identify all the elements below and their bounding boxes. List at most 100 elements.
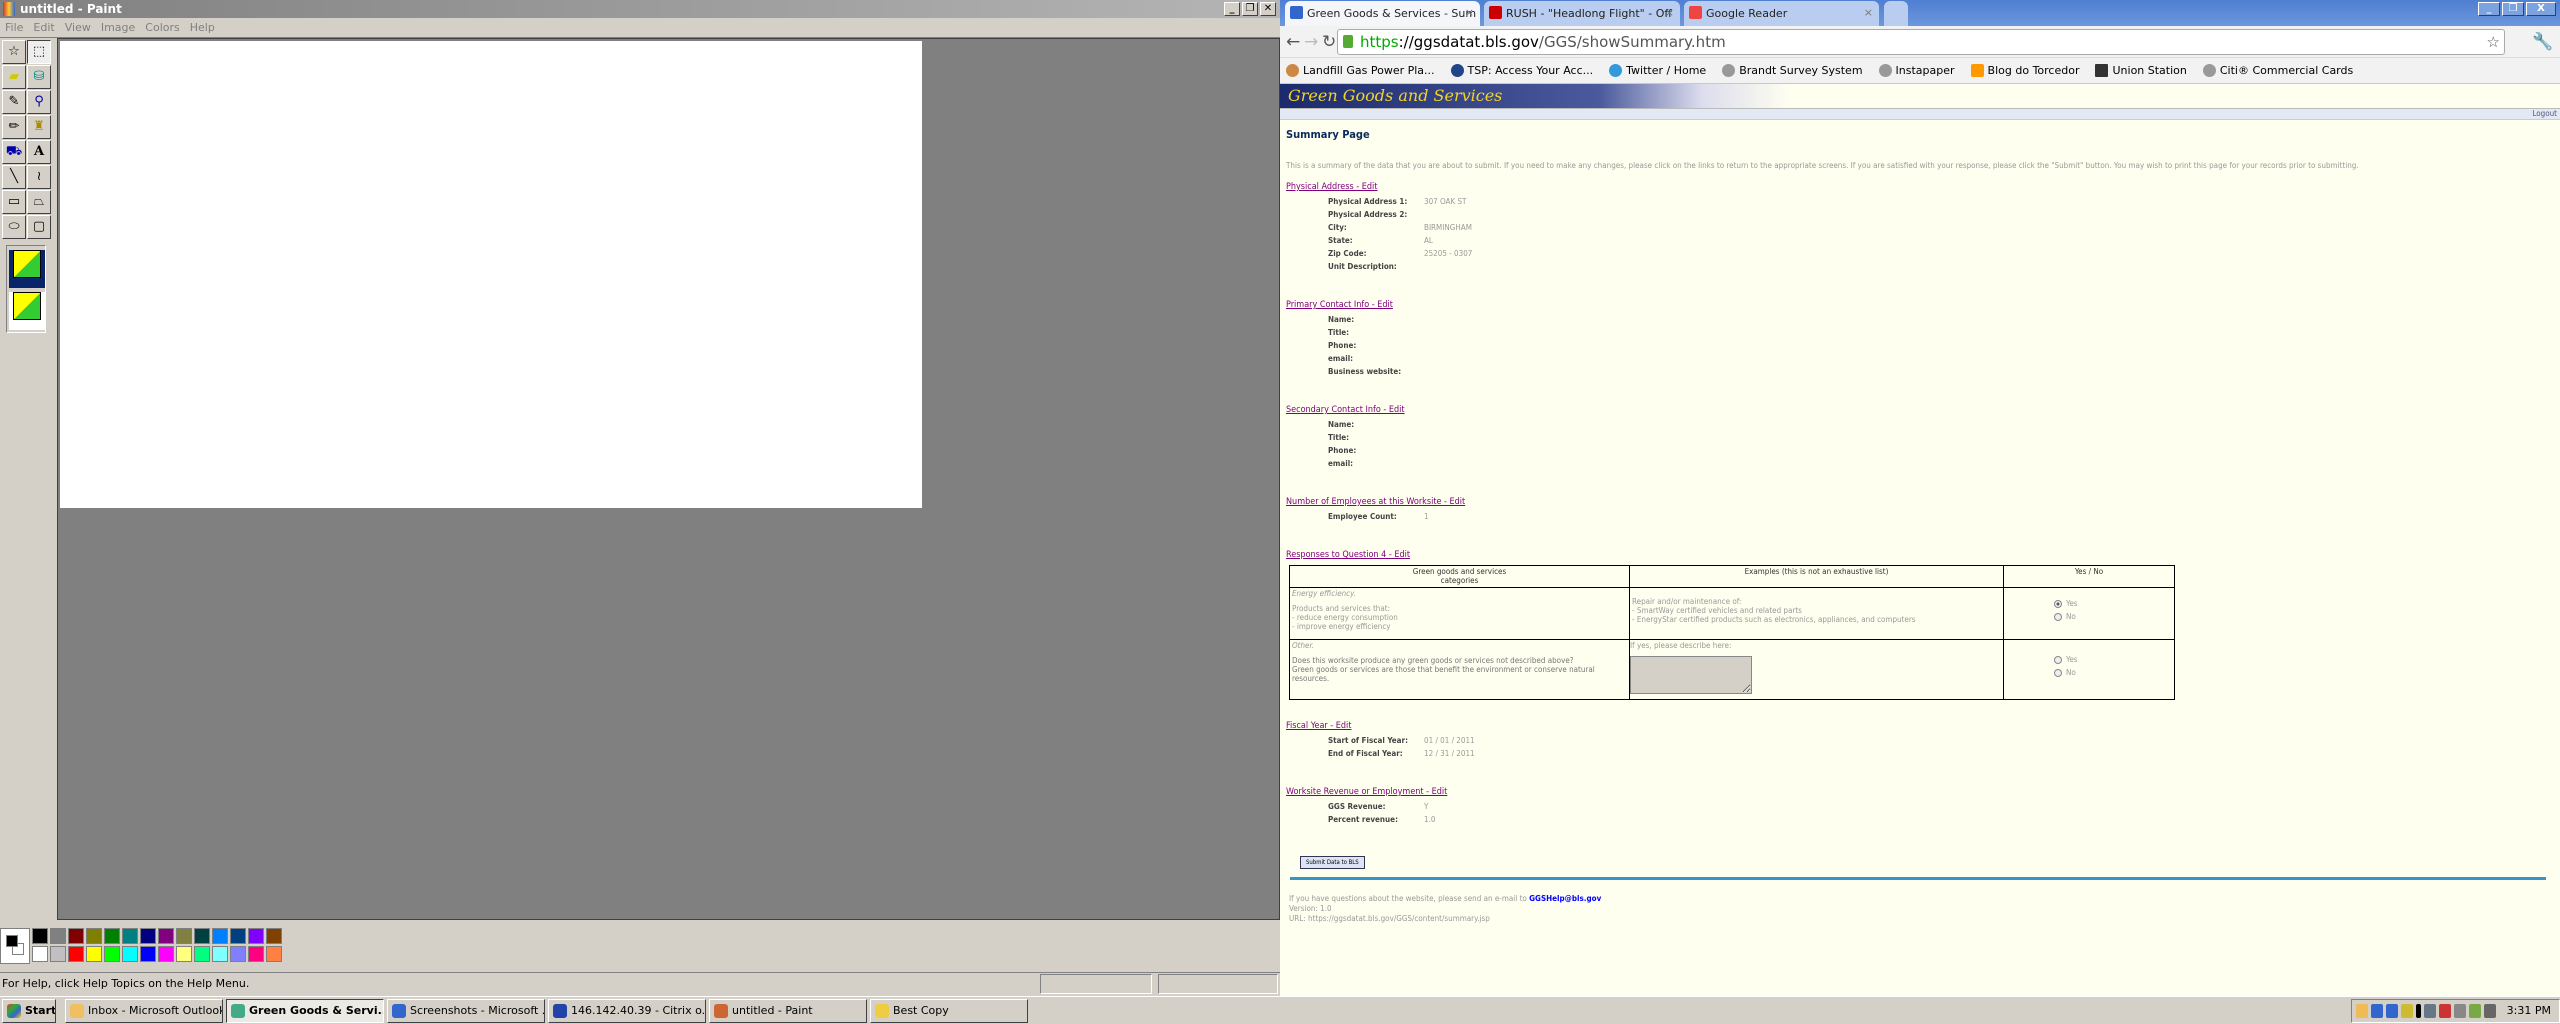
line-icon[interactable]: ╲ bbox=[2, 165, 26, 189]
paint-canvas[interactable] bbox=[60, 41, 922, 508]
bookmark-item[interactable]: Union Station bbox=[2095, 64, 2187, 77]
opaque-option-icon[interactable] bbox=[9, 250, 45, 288]
taskbar-item[interactable]: 146.142.40.39 - Citrix o... bbox=[548, 998, 706, 1023]
menu-view[interactable]: View bbox=[65, 18, 91, 37]
palette-swatch[interactable] bbox=[212, 928, 228, 944]
palette-swatch[interactable] bbox=[194, 946, 210, 962]
eraser-icon[interactable]: ▰ bbox=[2, 65, 26, 89]
menu-colors[interactable]: Colors bbox=[145, 18, 179, 37]
palette-swatch[interactable] bbox=[248, 928, 264, 944]
help-email-link[interactable]: GGSHelp@bls.gov bbox=[1529, 894, 1601, 903]
palette-swatch[interactable] bbox=[158, 928, 174, 944]
palette-swatch[interactable] bbox=[140, 928, 156, 944]
palette-swatch[interactable] bbox=[86, 928, 102, 944]
brush-icon[interactable]: ♜ bbox=[27, 115, 51, 139]
palette-swatch[interactable] bbox=[158, 946, 174, 962]
tab-rush[interactable]: RUSH - "Headlong Flight" - Off × bbox=[1484, 1, 1680, 26]
menu-file[interactable]: File bbox=[5, 18, 23, 37]
describe-textarea[interactable] bbox=[1630, 656, 1752, 694]
browser-close-button[interactable]: X bbox=[2526, 2, 2556, 16]
palette-swatch[interactable] bbox=[230, 946, 246, 962]
bookmark-item[interactable]: Instapaper bbox=[1878, 64, 1955, 77]
taskbar-item[interactable]: Best Copy bbox=[870, 998, 1028, 1023]
browser-minimize-button[interactable]: _ bbox=[2478, 2, 2500, 16]
tab-green-goods[interactable]: Green Goods & Services - Sum × bbox=[1285, 1, 1480, 26]
section-edit-link[interactable]: Physical Address - Edit bbox=[1286, 182, 1377, 192]
back-icon[interactable]: ← bbox=[1286, 32, 1300, 52]
free-form-select-icon[interactable]: ☆ bbox=[2, 40, 26, 64]
menu-image[interactable]: Image bbox=[101, 18, 135, 37]
palette-swatch[interactable] bbox=[104, 946, 120, 962]
rectangle-icon[interactable]: ▭ bbox=[2, 190, 26, 214]
palette-swatch[interactable] bbox=[248, 946, 264, 962]
palette-swatch[interactable] bbox=[122, 928, 138, 944]
curve-icon[interactable]: ≀ bbox=[27, 165, 51, 189]
section-edit-link[interactable]: Primary Contact Info - Edit bbox=[1286, 300, 1393, 310]
section-edit-link[interactable]: Worksite Revenue or Employment - Edit bbox=[1286, 787, 1447, 797]
close-tab-icon[interactable]: × bbox=[1864, 6, 1873, 19]
new-tab-button[interactable] bbox=[1884, 1, 1908, 26]
palette-swatch[interactable] bbox=[266, 946, 282, 962]
airbrush-icon[interactable]: ⛟ bbox=[2, 140, 26, 164]
submit-button[interactable]: Submit Data to BLS bbox=[1300, 856, 1365, 869]
section-edit-link[interactable]: Number of Employees at this Worksite - E… bbox=[1286, 497, 1465, 507]
palette-swatch[interactable] bbox=[176, 928, 192, 944]
taskbar-item[interactable]: Inbox - Microsoft Outlook bbox=[65, 998, 223, 1023]
menu-edit[interactable]: Edit bbox=[33, 18, 54, 37]
bookmark-item[interactable]: Twitter / Home bbox=[1609, 64, 1706, 77]
close-tab-icon[interactable]: × bbox=[1465, 6, 1474, 19]
bookmark-item[interactable]: Blog do Torcedor bbox=[1970, 64, 2079, 77]
palette-swatch[interactable] bbox=[140, 946, 156, 962]
polygon-icon[interactable]: ⏢ bbox=[27, 190, 51, 214]
reload-icon[interactable]: ↻ bbox=[1322, 32, 1336, 52]
palette-swatch[interactable] bbox=[266, 928, 282, 944]
palette-swatch[interactable] bbox=[32, 946, 48, 962]
logout-link[interactable]: Logout bbox=[2532, 109, 2557, 118]
palette-swatch[interactable] bbox=[122, 946, 138, 962]
palette-swatch[interactable] bbox=[212, 946, 228, 962]
text-icon[interactable]: A bbox=[27, 140, 51, 164]
radio-yes[interactable]: Yes bbox=[2054, 599, 2172, 608]
pick-color-icon[interactable]: ✎ bbox=[2, 90, 26, 114]
wrench-icon[interactable]: 🔧 bbox=[2532, 32, 2553, 52]
ellipse-icon[interactable]: ⬭ bbox=[2, 215, 26, 239]
radio-no[interactable]: No bbox=[2054, 668, 2172, 677]
q4-edit-link[interactable]: Responses to Question 4 - Edit bbox=[1286, 550, 1410, 560]
menu-help[interactable]: Help bbox=[190, 18, 215, 37]
restore-button[interactable]: ❐ bbox=[1242, 2, 1258, 16]
start-button[interactable]: Start bbox=[2, 998, 56, 1023]
pencil-icon[interactable]: ✏ bbox=[2, 115, 26, 139]
taskbar-item[interactable]: Screenshots - Microsoft ... bbox=[387, 998, 545, 1023]
palette-swatch[interactable] bbox=[104, 928, 120, 944]
palette-swatch[interactable] bbox=[68, 928, 84, 944]
radio-yes[interactable]: Yes bbox=[2054, 655, 2172, 664]
minimize-button[interactable]: _ bbox=[1224, 2, 1240, 16]
magnifier-icon[interactable]: ⚲ bbox=[27, 90, 51, 114]
palette-swatch[interactable] bbox=[50, 946, 66, 962]
palette-swatch[interactable] bbox=[176, 946, 192, 962]
bookmark-item[interactable]: Citi® Commercial Cards bbox=[2202, 64, 2353, 77]
bookmark-item[interactable]: TSP: Access Your Acc... bbox=[1450, 64, 1593, 77]
bookmark-item[interactable]: Brandt Survey System bbox=[1722, 64, 1863, 77]
forward-icon[interactable]: → bbox=[1304, 32, 1318, 52]
select-icon[interactable]: ⬚ bbox=[27, 40, 51, 64]
palette-swatch[interactable] bbox=[32, 928, 48, 944]
section-edit-link[interactable]: Fiscal Year - Edit bbox=[1286, 721, 1351, 731]
rounded-rectangle-icon[interactable]: ▢ bbox=[27, 215, 51, 239]
close-button[interactable]: ✕ bbox=[1260, 2, 1276, 16]
address-bar[interactable]: https://ggsdatat.bls.gov/GGS/showSummary… bbox=[1337, 29, 2505, 55]
palette-swatch[interactable] bbox=[68, 946, 84, 962]
tab-google-reader[interactable]: Google Reader × bbox=[1684, 1, 1879, 26]
radio-no[interactable]: No bbox=[2054, 612, 2172, 621]
palette-swatch[interactable] bbox=[194, 928, 210, 944]
transparent-option-icon[interactable] bbox=[9, 292, 45, 330]
taskbar-item[interactable]: Green Goods & Servi... bbox=[226, 998, 384, 1023]
palette-swatch[interactable] bbox=[50, 928, 66, 944]
close-tab-icon[interactable]: × bbox=[1665, 6, 1674, 19]
palette-swatch[interactable] bbox=[230, 928, 246, 944]
bookmark-star-icon[interactable]: ☆ bbox=[2487, 30, 2500, 54]
bookmark-item[interactable]: Landfill Gas Power Pla... bbox=[1286, 64, 1435, 77]
fill-bucket-icon[interactable]: ⛁ bbox=[27, 65, 51, 89]
taskbar-item[interactable]: untitled - Paint bbox=[709, 998, 867, 1023]
browser-restore-button[interactable]: ❐ bbox=[2502, 2, 2524, 16]
